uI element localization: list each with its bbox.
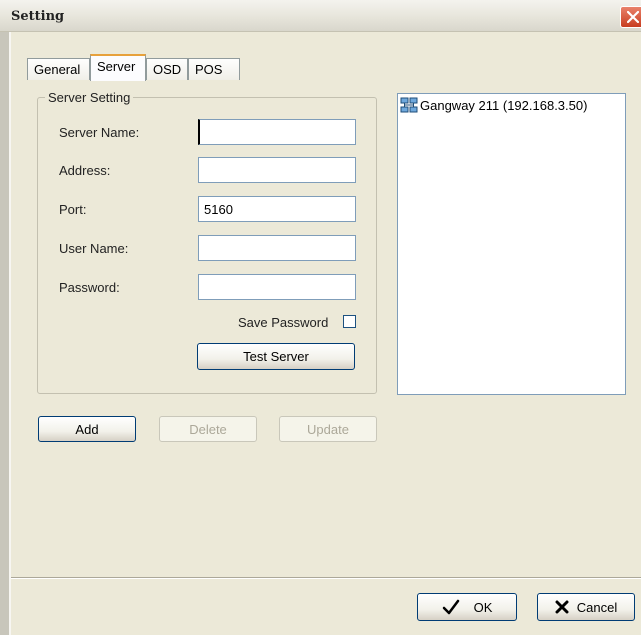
- window-left-border: [0, 32, 9, 635]
- password-input[interactable]: [198, 274, 356, 300]
- ok-button-label: OK: [473, 599, 493, 615]
- x-icon: [555, 600, 569, 614]
- settings-dialog: Setting General Server OSD POS Server Se…: [0, 0, 641, 635]
- tab-osd[interactable]: OSD: [146, 58, 188, 80]
- tab-label: POS: [195, 62, 223, 77]
- close-button[interactable]: [620, 6, 641, 28]
- server-list-item-label: Gangway 211 (192.168.3.50): [420, 97, 588, 113]
- port-input[interactable]: [198, 196, 356, 222]
- add-button-label: Add: [75, 421, 99, 437]
- test-server-button[interactable]: Test Server: [197, 343, 355, 370]
- footer-divider-highlight: [11, 578, 641, 579]
- tab-pos[interactable]: POS: [188, 58, 240, 80]
- server-name-input[interactable]: [198, 119, 356, 145]
- tab-label: Server: [97, 59, 136, 74]
- tab-label: OSD: [153, 62, 182, 77]
- checkmark-icon: [442, 599, 460, 615]
- password-label: Password:: [59, 280, 120, 295]
- update-button[interactable]: Update: [279, 416, 377, 442]
- window-title: Setting: [11, 9, 65, 24]
- network-server-icon: [400, 97, 418, 113]
- tab-server[interactable]: Server: [90, 54, 146, 81]
- save-password-checkbox[interactable]: [343, 315, 356, 328]
- server-list-item[interactable]: Gangway 211 (192.168.3.50): [400, 97, 587, 113]
- window-left-highlight: [9, 32, 11, 635]
- server-setting-group-label: Server Setting: [45, 90, 134, 105]
- update-button-label: Update: [307, 421, 349, 437]
- cancel-button[interactable]: Cancel: [537, 593, 635, 621]
- test-server-button-label: Test Server: [243, 349, 309, 364]
- delete-button-label: Delete: [189, 421, 227, 437]
- tab-general[interactable]: General: [27, 58, 90, 80]
- ok-button[interactable]: OK: [417, 593, 517, 621]
- delete-button[interactable]: Delete: [159, 416, 257, 442]
- save-password-label: Save Password: [238, 315, 329, 330]
- title-bar[interactable]: Setting: [0, 0, 641, 32]
- server-list[interactable]: Gangway 211 (192.168.3.50): [397, 93, 626, 395]
- server-name-label: Server Name:: [59, 125, 140, 140]
- address-input[interactable]: [198, 157, 356, 183]
- user-name-label: User Name:: [59, 241, 129, 256]
- port-label: Port:: [59, 202, 87, 217]
- user-name-input[interactable]: [198, 235, 356, 261]
- add-button[interactable]: Add: [38, 416, 136, 442]
- address-label: Address:: [59, 163, 111, 178]
- close-icon: [627, 11, 639, 23]
- cancel-button-label: Cancel: [576, 599, 618, 615]
- tab-label: General: [34, 62, 81, 77]
